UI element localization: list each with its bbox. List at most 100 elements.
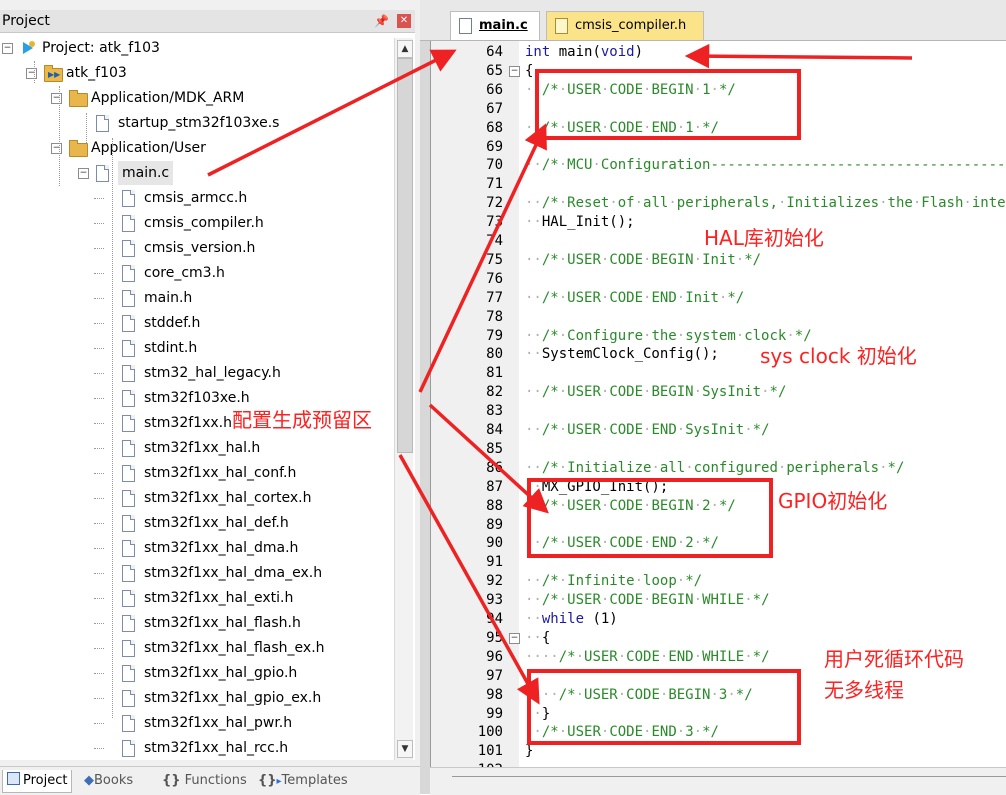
line-number: 70 [486,157,503,174]
tab-templates[interactable]: {}▸Templates [258,770,348,792]
tree-item[interactable]: cmsis_version.h [144,236,255,260]
scroll-down-icon[interactable]: ▼ [397,740,413,758]
tree-item[interactable]: stdint.h [144,336,197,360]
file-icon [122,315,135,332]
tree-item[interactable]: stm32f1xx_hal_rcc.h [144,736,288,760]
code-line[interactable]: ··MX_GPIO_Init(); [525,478,668,497]
code-line[interactable]: ··HAL_Init(); [525,213,635,232]
tree-item[interactable]: stm32f1xx_hal_dma.h [144,536,298,560]
tree-item[interactable]: stm32f1xx_hal_dma_ex.h [144,561,322,585]
collapse-toggle-icon[interactable]: − [51,143,62,154]
line-number: 75 [486,251,503,268]
tree-item[interactable]: stm32f1xx_hal_gpio.h [144,661,297,685]
tree-item[interactable]: atk_f103 [66,61,127,85]
line-number: 74 [486,233,503,249]
tree-item[interactable]: stm32f1xx_hal_flash_ex.h [144,636,325,660]
tree-item[interactable]: stm32f1xx_hal_cortex.h [144,486,311,510]
line-number: 65 [486,62,503,79]
target-icon: ▶▶ [44,65,63,82]
tree-item[interactable]: stm32f1xx_hal_conf.h [144,461,296,485]
scroll-up-icon[interactable]: ▲ [397,40,413,58]
code-line[interactable]: } [525,742,533,761]
code-line[interactable]: ··/*·USER·CODE·END·3·*/ [525,723,719,742]
code-line[interactable]: ··while (1) [525,610,618,629]
code-line[interactable]: ··/*·USER·CODE·BEGIN·1·*/ [525,81,736,100]
file-icon [96,165,109,182]
tree-item[interactable]: stm32f1xx_hal_exti.h [144,586,293,610]
tree-item[interactable]: main.c [118,161,174,185]
code-line[interactable]: ··/*·USER·CODE·END·SysInit·*/ [525,421,770,440]
tree-item[interactable]: cmsis_compiler.h [144,211,264,235]
tree-item[interactable]: stm32f1xx_hal_pwr.h [144,711,292,735]
code-line[interactable]: ··/*·USER·CODE·END·1·*/ [525,119,719,138]
tree-item[interactable]: cmsis_armcc.h [144,186,247,210]
code-line[interactable]: ··/*·USER·CODE·BEGIN·Init·*/ [525,251,761,270]
collapse-toggle-icon[interactable]: − [26,68,37,79]
tree-item[interactable]: stm32f1xx_hal_gpio_ex.h [144,686,321,710]
code-line[interactable]: ··} [525,705,550,724]
collapse-toggle-icon[interactable]: − [78,168,89,179]
code-line[interactable]: ··/*·MCU·Configuration------------------… [525,156,1006,175]
tree-item[interactable]: stm32f1xx_hal_flash.h [144,611,301,635]
code-line[interactable]: ··SystemClock_Config(); [525,345,719,364]
code-line[interactable]: ··/*·Reset·of·all·peripherals,·Initializ… [525,194,1006,213]
tab-cmsis-compiler-h[interactable]: cmsis_compiler.h [546,11,704,40]
line-number: 84 [486,422,503,438]
tab-books[interactable]: ◆Books [84,770,133,792]
tree-item[interactable]: core_cm3.h [144,261,225,285]
tree-connector [94,748,104,749]
editor-hscrollbar[interactable] [430,767,1006,795]
tree-item[interactable]: stm32_hal_legacy.h [144,361,281,385]
folder-icon [69,140,88,157]
tree-item[interactable]: startup_stm32f103xe.s [118,111,279,135]
line-number: 77 [486,289,503,306]
file-icon [122,365,135,382]
tree-item[interactable]: stm32f1xx.h [144,411,232,435]
file-icon [122,240,135,257]
tab-project[interactable]: Project [2,770,73,793]
line-number: 100 [477,724,503,741]
code-line[interactable]: { [525,62,533,81]
line-number: 69 [486,138,503,155]
fold-toggle-icon[interactable]: − [509,65,520,77]
tab-main-c[interactable]: main.c [450,11,540,40]
code-line[interactable]: ··/*·USER·CODE·BEGIN·2·*/ [525,497,736,516]
collapse-toggle-icon[interactable]: − [51,93,62,104]
tree-item[interactable]: Application/User [91,136,206,160]
file-icon [122,190,135,207]
line-number: 76 [486,270,503,287]
tab-functions[interactable]: {} Functions [162,770,247,792]
code-line[interactable]: ··/*·USER·CODE·END·Init·*/ [525,289,744,308]
tree-connector [94,323,104,324]
project-tab-icon [7,772,20,785]
line-number: 98 [486,686,503,703]
tree-item[interactable]: Application/MDK_ARM [91,86,244,110]
code-line[interactable]: int main(void) [525,43,643,62]
code-line[interactable]: ····/*·USER·CODE·BEGIN·3·*/ [525,686,753,705]
scroll-thumb[interactable] [397,58,413,453]
close-icon[interactable]: ✕ [397,14,411,28]
code-line[interactable]: ··/*·USER·CODE·BEGIN·WHILE·*/ [525,591,770,610]
tree-item[interactable]: stm32f1xx_hal_def.h [144,511,289,535]
editor-tabs: main.c cmsis_compiler.h [420,0,1006,41]
collapse-toggle-icon[interactable]: − [2,43,13,54]
fold-toggle-icon[interactable]: − [509,632,520,644]
line-number: 90 [486,535,503,552]
tree-connector [94,573,104,574]
tree-guide-line [34,61,35,83]
code-line[interactable]: ··/*·USER·CODE·BEGIN·SysInit·*/ [525,383,786,402]
tree-guide-line [112,138,113,718]
code-line[interactable]: ··{ [525,629,550,648]
tree-item[interactable]: main.h [144,286,192,310]
code-line[interactable]: ··/*·Initialize·all·configured·periphera… [525,459,904,478]
tree-item[interactable]: stddef.h [144,311,200,335]
pin-icon[interactable]: 📌 [374,10,389,32]
tree-scrollbar[interactable]: ▲ ▼ [394,38,413,760]
code-line[interactable]: ··/*·Infinite·loop·*/ [525,572,702,591]
code-line[interactable]: ····/*·USER·CODE·END·WHILE·*/ [525,648,770,667]
tree-item[interactable]: stm32f1xx_hal.h [144,436,260,460]
tree-connector [94,298,104,299]
tree-item[interactable]: Project: atk_f103 [42,36,160,60]
code-line[interactable]: ··/*·USER·CODE·END·2·*/ [525,534,719,553]
line-number: 64 [486,44,503,60]
